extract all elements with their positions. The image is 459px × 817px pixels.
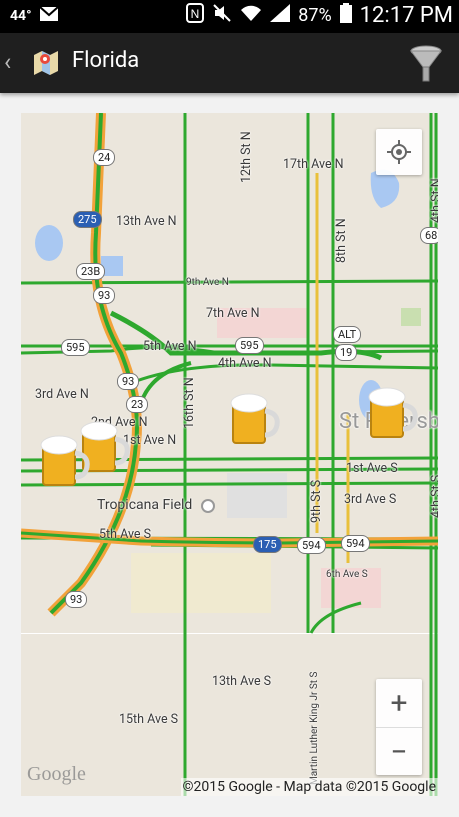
street-label: 12th St N — [239, 131, 254, 183]
route-shield: 93 — [117, 373, 140, 390]
street-label: 9th Ave N — [186, 277, 229, 288]
poi-marker-icon[interactable] — [201, 499, 215, 513]
street-label: 6th Ave S — [326, 569, 368, 580]
street-label: 1st Ave S — [346, 461, 398, 476]
street-label: 13th Ave S — [212, 674, 272, 689]
zoom-out-button[interactable]: − — [376, 728, 422, 776]
mail-icon — [38, 6, 59, 25]
filter-funnel-icon[interactable] — [409, 43, 443, 87]
street-label: 16th St N — [182, 377, 197, 429]
interstate-shield: 175 — [253, 536, 282, 553]
street-label: 4th St S — [429, 475, 438, 518]
map-app-icon[interactable] — [32, 49, 60, 79]
google-logo: Google — [27, 763, 86, 785]
route-shield: 93 — [93, 287, 116, 304]
street-label: 9th St S — [309, 479, 324, 523]
street-label: Martin Luther King Jr St S — [309, 671, 320, 785]
street-label: 4th Ave N — [218, 356, 272, 371]
street-label: 5th Ave N — [143, 339, 197, 354]
route-shield: 19 — [335, 344, 358, 361]
route-shield: 23 — [126, 396, 149, 413]
map-attribution: ©2015 Google - Map data ©2015 Google — [180, 778, 438, 796]
street-label: 15th Ave S — [119, 712, 179, 727]
back-icon[interactable]: ‹ — [4, 48, 11, 76]
my-location-button[interactable] — [376, 129, 422, 175]
svg-text:N: N — [191, 7, 200, 21]
crosshair-icon — [387, 140, 411, 164]
battery-icon — [339, 3, 352, 28]
interstate-shield: 275 — [73, 211, 102, 228]
route-shield: 24 — [93, 149, 116, 166]
street-label: 13th Ave N — [116, 214, 177, 229]
street-label: 3rd Ave N — [35, 387, 89, 402]
route-shield: 68 — [420, 227, 438, 244]
status-bar: 44° N 87% 12:17 PM — [0, 0, 459, 33]
street-label: 5th Ave S — [99, 527, 152, 542]
clock: 12:17 PM — [359, 3, 453, 28]
street-label: 7th Ave N — [206, 306, 260, 321]
poi-label: Tropicana Field — [97, 497, 193, 513]
mute-icon — [212, 3, 232, 28]
nfc-icon: N — [186, 3, 205, 28]
beer-marker-icon[interactable] — [367, 385, 419, 441]
wifi-icon — [240, 4, 262, 27]
street-label: 4th St N — [429, 178, 438, 223]
page-title: Florida — [72, 48, 140, 73]
route-shield: 595 — [61, 339, 90, 356]
beer-marker-icon[interactable] — [39, 433, 91, 489]
route-shield: 23B — [76, 263, 106, 280]
street-label: 17th Ave N — [283, 157, 344, 172]
temperature: 44° — [10, 8, 32, 24]
beer-marker-icon[interactable] — [229, 391, 281, 447]
zoom-in-button[interactable]: + — [376, 679, 422, 728]
street-label: 3rd Ave S — [344, 492, 397, 507]
route-shield: 93 — [65, 591, 88, 608]
route-shield: 594 — [341, 535, 370, 552]
signal-icon — [270, 4, 291, 27]
map-view[interactable]: 17th Ave N 13th Ave N 12th St N 8th St N… — [21, 113, 438, 796]
action-bar: ‹ Florida — [0, 33, 459, 93]
battery-percent: 87% — [298, 5, 332, 26]
route-shield: 594 — [297, 537, 326, 554]
zoom-controls: + − — [376, 679, 422, 775]
street-label: 8th St N — [334, 218, 349, 263]
route-shield: 595 — [235, 337, 264, 354]
route-shield: ALT — [333, 326, 362, 343]
